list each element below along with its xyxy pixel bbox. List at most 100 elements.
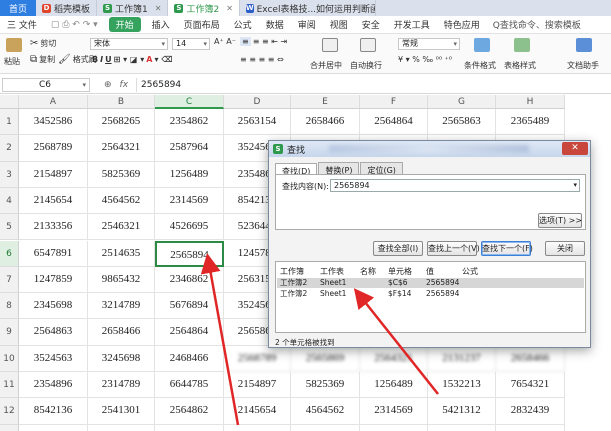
menu-review[interactable]: 审阅 (291, 18, 323, 31)
column-header-b[interactable]: B (88, 95, 155, 109)
align-top-buttons[interactable]: ≡ ≡ ≡ ⇤ ⇥ (240, 37, 287, 46)
cell[interactable]: 2346862 (155, 266, 224, 294)
font-size-select[interactable]: 14 (172, 38, 210, 50)
formula-input[interactable]: 2565894 (136, 77, 611, 92)
cell[interactable]: 4564562 (88, 187, 155, 215)
row-header[interactable]: 2 (0, 135, 19, 162)
cell[interactable]: 2546321 (88, 214, 155, 241)
cell[interactable]: 2658466 (291, 109, 360, 136)
cell[interactable]: 2658466 (496, 345, 565, 372)
cell[interactable]: 2564521 (428, 424, 496, 431)
column-header-f[interactable]: F (360, 95, 428, 109)
cell[interactable]: 2546321 (291, 424, 360, 431)
row-header[interactable]: 4 (0, 187, 19, 215)
zoom-icon[interactable]: ⊕ (104, 80, 112, 90)
cell[interactable]: 5825369 (291, 372, 360, 399)
result-row[interactable]: 工作簿2 Sheet1 $F$14 2565894 (277, 289, 584, 299)
paste-button[interactable]: 粘贴 (4, 56, 20, 67)
close-icon[interactable]: ✕ (226, 4, 233, 13)
cell[interactable]: 2565863 (428, 109, 496, 136)
select-all-corner[interactable] (0, 95, 19, 109)
format-painter-button[interactable]: 🖌 格式刷 (58, 54, 97, 65)
cell[interactable]: 2145654 (19, 187, 88, 215)
row-header[interactable]: 8 (0, 293, 19, 320)
cell[interactable]: 1247859 (19, 266, 88, 294)
tab-workbook2[interactable]: S 工作簿2 ✕ (168, 0, 240, 16)
find-previous-button[interactable]: 查找上一个(V) (427, 241, 480, 256)
column-header-g[interactable]: G (428, 95, 496, 109)
cell[interactable]: 2365489 (496, 109, 565, 136)
row-header[interactable]: 12 (0, 398, 19, 425)
cut-button[interactable]: ✂ 剪切 (30, 38, 56, 49)
cell[interactable]: 2564321 (360, 345, 428, 372)
cell[interactable]: 2564321 (88, 135, 155, 162)
wrap-icon[interactable] (360, 38, 376, 52)
cell[interactable]: 2131237 (428, 345, 496, 372)
cell[interactable]: 2587964 (155, 135, 224, 162)
cell[interactable]: 3245698 (88, 345, 155, 372)
column-header-h[interactable]: H (496, 95, 565, 109)
menu-data[interactable]: 数据 (259, 18, 291, 31)
cell[interactable]: 2568265 (88, 109, 155, 136)
cell[interactable]: 3364521 (88, 424, 155, 431)
tab-workbook1[interactable]: S 工作簿1 ✕ (97, 0, 169, 16)
quick-access-toolbar[interactable]: ▢ ⎙ ↶ ↷ ▾ (44, 20, 105, 30)
tab-docer-templates[interactable]: D 稻壳模板 (36, 0, 98, 16)
cell[interactable]: 2514635 (88, 240, 155, 267)
result-row[interactable]: 工作簿2 Sheet1 $C$6 2565894 (277, 278, 584, 288)
cell[interactable]: 2133356 (224, 424, 291, 431)
menu-security[interactable]: 安全 (355, 18, 387, 31)
cell[interactable]: 3214789 (88, 293, 155, 320)
cell[interactable]: 1256489 (155, 161, 224, 188)
menu-developer[interactable]: 开发工具 (387, 18, 437, 31)
row-header[interactable]: 11 (0, 372, 19, 399)
cell[interactable]: 3452586 (19, 109, 88, 136)
cell[interactable]: 6547891 (19, 240, 88, 267)
column-header-e[interactable]: E (291, 95, 360, 109)
cell[interactable]: 2541301 (88, 398, 155, 425)
font-style-buttons[interactable]: B I U ⊞ ▾ ◪ ▾ A ▾ ⌫ (92, 55, 173, 64)
cell[interactable]: 2154897 (19, 161, 88, 188)
active-cell[interactable]: 2565894 (155, 240, 224, 267)
conditional-format-button[interactable]: 条件格式 (464, 60, 496, 71)
cell[interactable]: 2658466 (88, 319, 155, 346)
cell[interactable]: 2568789 (224, 345, 291, 372)
row-header[interactable]: 3 (0, 161, 19, 188)
fx-icon[interactable]: fx (120, 80, 129, 90)
close-icon[interactable]: ✕ (155, 4, 162, 13)
cell[interactable]: 5825369 (88, 161, 155, 188)
merge-icon[interactable] (322, 38, 338, 52)
conditional-format-icon[interactable] (474, 38, 490, 52)
find-input[interactable]: 2565894 (330, 179, 580, 192)
cell[interactable]: 6644785 (155, 372, 224, 399)
cell[interactable]: 7654321 (496, 372, 565, 399)
cell[interactable]: 3223659 (496, 424, 565, 431)
row-header[interactable]: 1 (0, 109, 19, 136)
command-search[interactable]: Q查找命令、搜索模板 (493, 18, 581, 31)
merge-center-button[interactable]: 合并居中 (310, 60, 342, 71)
cell[interactable]: 2568789 (19, 135, 88, 162)
cell[interactable]: 4526695 (155, 214, 224, 241)
cell[interactable]: 2314789 (88, 372, 155, 399)
cell[interactable]: 2564862 (155, 398, 224, 425)
row-header[interactable]: 5 (0, 214, 19, 241)
cell[interactable]: 5421312 (428, 398, 496, 425)
cell[interactable]: 8542136 (19, 398, 88, 425)
cell[interactable]: 4526695 (360, 424, 428, 431)
cell[interactable]: 2564863 (19, 319, 88, 346)
menu-formulas[interactable]: 公式 (227, 18, 259, 31)
paste-icon[interactable] (6, 38, 22, 52)
doc-assist-button[interactable]: 文档助手 (567, 60, 599, 71)
cell[interactable]: 2468466 (155, 345, 224, 372)
copy-button[interactable]: ⧉ 复制 (30, 54, 55, 65)
find-next-button[interactable]: 查找下一个(F) (481, 241, 533, 256)
cell[interactable]: 5236489 (19, 424, 88, 431)
cell[interactable]: 2133356 (19, 214, 88, 241)
table-style-button[interactable]: 表格样式 (504, 60, 536, 71)
column-header-d[interactable]: D (224, 95, 291, 109)
cell[interactable]: 2564864 (360, 109, 428, 136)
cell[interactable]: 2354862 (155, 109, 224, 136)
menu-page-layout[interactable]: 页面布局 (177, 18, 227, 31)
options-button[interactable]: 选项(T) >> (538, 213, 582, 228)
close-button[interactable]: 关闭 (545, 241, 585, 256)
